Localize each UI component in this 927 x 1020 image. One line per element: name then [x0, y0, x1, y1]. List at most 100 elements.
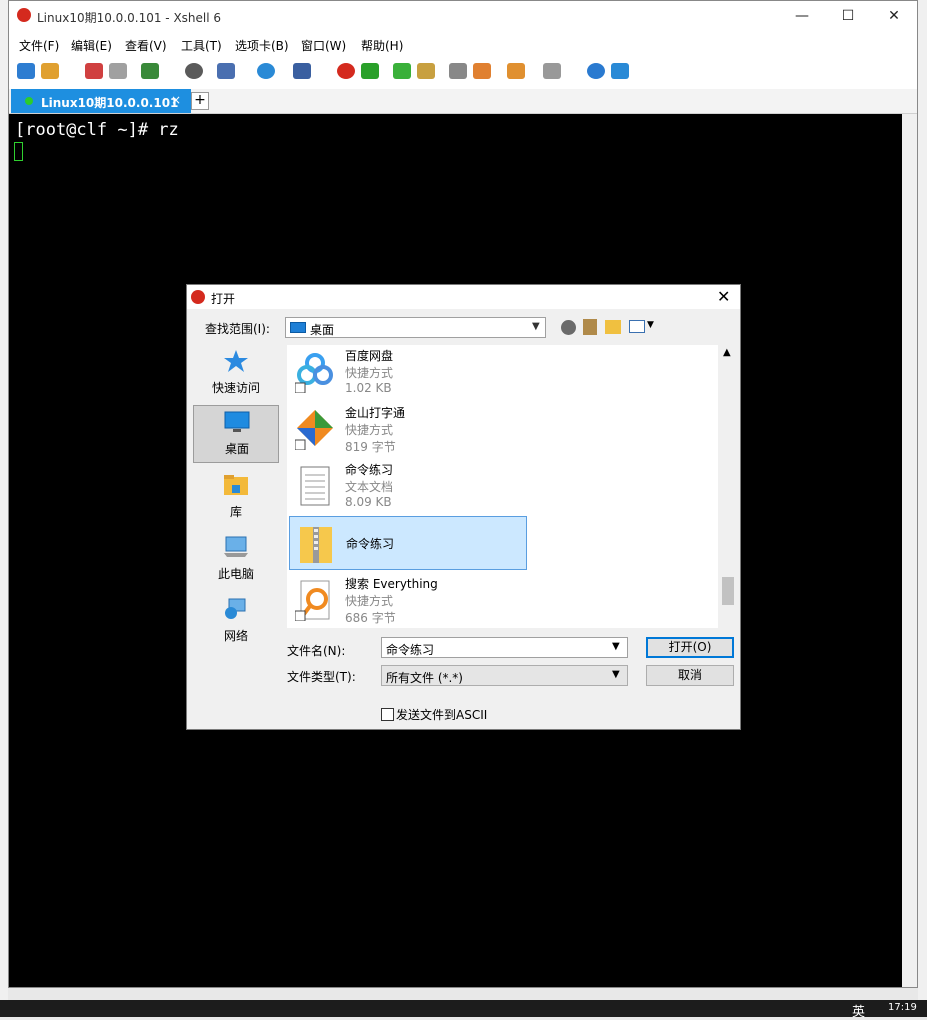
taskbar: 英 17:19	[0, 1000, 927, 1020]
file-item[interactable]: 命令练习 文本文档 8.09 KB	[289, 459, 527, 513]
new-folder-icon[interactable]	[605, 320, 621, 334]
terminal-cursor	[14, 142, 23, 161]
star-icon	[223, 349, 249, 373]
view-menu-icon[interactable]	[629, 320, 645, 333]
file-name: 搜索 Everything	[345, 577, 438, 591]
place-label: 库	[229, 505, 242, 519]
file-item-selected[interactable]: 命令练习	[289, 516, 527, 570]
file-size: 1.02 KB	[345, 381, 392, 395]
desktop-icon	[290, 322, 306, 333]
lock-icon[interactable]	[417, 63, 435, 79]
desktop-right-edge	[918, 0, 927, 1000]
menu-help[interactable]: 帮助(H)	[361, 37, 403, 54]
desktop-icon	[224, 410, 250, 434]
connect-icon[interactable]	[85, 63, 103, 79]
dialog-close-button[interactable]: ✕	[717, 287, 730, 306]
transfer-icon[interactable]	[217, 63, 235, 79]
place-network[interactable]: 网络	[193, 593, 279, 651]
ascii-checkbox[interactable]	[381, 708, 394, 721]
tab-close-icon[interactable]: ×	[171, 93, 181, 107]
look-in-value: 桌面	[310, 323, 335, 337]
file-name: 命令练习	[346, 537, 395, 551]
minimize-button[interactable]: —	[779, 1, 825, 31]
menu-file[interactable]: 文件(F)	[19, 37, 59, 54]
menu-tools[interactable]: 工具(T)	[181, 37, 222, 54]
open-button[interactable]: 打开(O)	[646, 637, 734, 658]
open-file-dialog: 打开 ✕ 查找范围(I): 桌面 ▼ ▼ 快速访问 桌面 库 此电脑 网络 百度…	[186, 284, 741, 730]
place-label: 快速访问	[211, 381, 260, 395]
filetype-select[interactable]: 所有文件 (*.*) ▼	[381, 665, 628, 686]
file-name: 百度网盘	[345, 349, 394, 363]
dialog-app-icon	[191, 290, 205, 304]
maximize-button[interactable]: ☐	[825, 1, 871, 31]
clock[interactable]: 17:19	[888, 1002, 917, 1013]
filetype-value: 所有文件 (*.*)	[386, 671, 463, 685]
menu-window[interactable]: 窗口(W)	[301, 37, 346, 54]
file-type: 快捷方式	[345, 594, 394, 608]
place-desktop[interactable]: 桌面	[193, 405, 279, 463]
place-quick-access[interactable]: 快速访问	[193, 345, 279, 403]
title-bar: Linux10期10.0.0.101 - Xshell 6 — ☐ ✕	[9, 1, 917, 31]
file-type: 快捷方式	[345, 366, 394, 380]
globe-icon[interactable]	[257, 63, 275, 79]
file-item[interactable]: 金山打字通 快捷方式 819 字节	[289, 402, 527, 456]
place-label: 桌面	[224, 442, 249, 456]
file-item[interactable]: 百度网盘 快捷方式 1.02 KB	[289, 345, 527, 399]
add-tab-button[interactable]: +	[191, 92, 209, 110]
cancel-button[interactable]: 取消	[646, 665, 734, 686]
open-folder-icon[interactable]	[41, 63, 59, 79]
xshell-app-icon	[17, 8, 31, 22]
menu-edit[interactable]: 编辑(E)	[71, 37, 112, 54]
close-button[interactable]: ✕	[871, 1, 917, 31]
toolbar	[9, 59, 917, 85]
terminal-prompt-line: [root@clf ~]# rz	[15, 120, 179, 140]
zip-folder-icon	[296, 523, 336, 565]
filename-value: 命令练习	[386, 643, 435, 657]
place-library[interactable]: 库	[193, 469, 279, 527]
menu-view[interactable]: 查看(V)	[125, 37, 167, 54]
filetype-label: 文件类型(T):	[287, 670, 356, 684]
view-dropdown-icon[interactable]: ▼	[647, 320, 654, 330]
terminal-scrollbar[interactable]	[902, 114, 917, 987]
scroll-thumb[interactable]	[722, 577, 734, 605]
pen-icon[interactable]	[473, 63, 491, 79]
disconnect-icon[interactable]	[109, 63, 127, 79]
new-tab-icon[interactable]	[507, 63, 525, 79]
file-list-scrollbar[interactable]: ▲	[720, 345, 736, 628]
chat-icon[interactable]	[611, 63, 629, 79]
chevron-down-icon[interactable]: ▼	[612, 641, 620, 652]
font-icon[interactable]	[293, 63, 311, 79]
place-this-pc[interactable]: 此电脑	[193, 531, 279, 589]
file-name: 金山打字通	[345, 406, 406, 420]
help-icon[interactable]	[587, 63, 605, 79]
scroll-up-icon[interactable]: ▲	[723, 347, 731, 358]
back-icon[interactable]	[561, 320, 576, 335]
keyboard-icon[interactable]	[449, 63, 467, 79]
window-title: Linux10期10.0.0.101 - Xshell 6	[37, 11, 222, 25]
filename-input[interactable]: 命令练习 ▼	[381, 637, 628, 658]
network-icon	[223, 597, 249, 621]
text-document-icon	[295, 465, 335, 507]
look-in-select[interactable]: 桌面 ▼	[285, 317, 546, 338]
menu-tabs[interactable]: 选项卡(B)	[235, 37, 289, 54]
ascii-checkbox-row[interactable]: 发送文件到ASCII	[381, 706, 487, 723]
library-icon	[223, 473, 249, 497]
ime-indicator[interactable]: 英	[852, 1001, 865, 1020]
baidu-netdisk-icon	[294, 351, 335, 394]
xftp-icon[interactable]	[361, 63, 379, 79]
filename-label: 文件名(N):	[287, 644, 346, 658]
places-bar: 快速访问 桌面 库 此电脑 网络	[193, 345, 281, 665]
xshell-icon[interactable]	[337, 63, 355, 79]
place-label: 网络	[223, 629, 248, 643]
fullscreen-icon[interactable]	[393, 63, 411, 79]
find-icon[interactable]	[185, 63, 203, 79]
file-size: 819 字节	[345, 440, 396, 454]
up-folder-icon[interactable]	[583, 319, 597, 335]
properties-icon[interactable]	[141, 63, 159, 79]
file-name: 命令练习	[345, 463, 394, 477]
new-session-icon[interactable]	[17, 63, 35, 79]
tab-session[interactable]: Linux10期10.0.0.101 ×	[11, 89, 191, 113]
file-list: 百度网盘 快捷方式 1.02 KB 金山打字通 快捷方式 819 字节 命令练习…	[287, 345, 718, 628]
layout-icon[interactable]	[543, 63, 561, 79]
file-item[interactable]: 搜索 Everything 快捷方式 686 字节	[289, 573, 527, 627]
